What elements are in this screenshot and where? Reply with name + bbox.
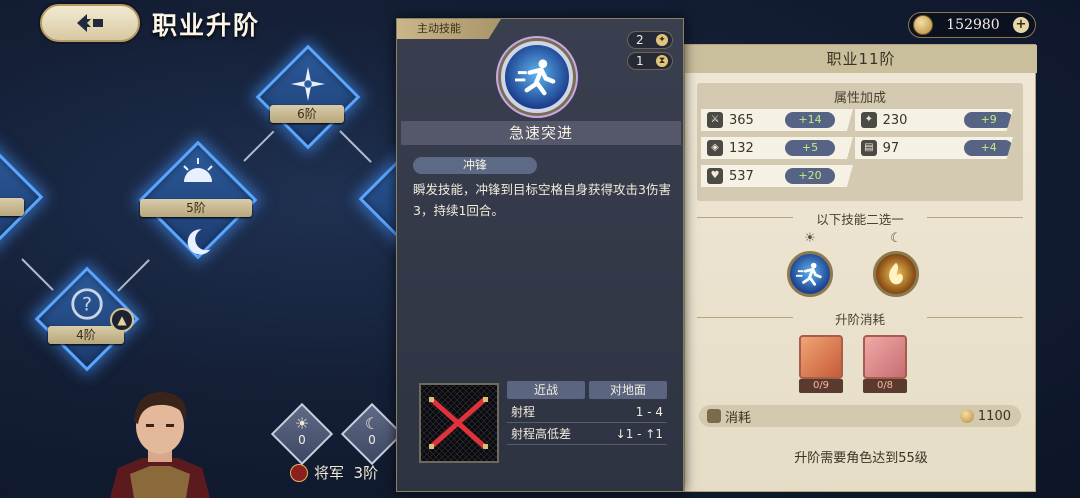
star-icon: ✦ [656,34,668,46]
slot-count-sun: 0 [298,433,306,447]
attr-bonus: +20 [785,168,835,184]
tree-connector [339,130,372,163]
attr-value: 230 [882,112,908,128]
sword-icon: ⚔ [707,112,723,128]
skill-icon [501,41,573,113]
tier-node-partial[interactable] [0,144,44,250]
shield-icon: ◈ [707,140,723,156]
material-count-b: 0/8 [863,379,907,393]
svg-text:?: ? [82,294,92,316]
hero-class-rank: 将军 3阶 [314,464,379,482]
cost-value: 1100 [977,408,1011,424]
material-count-a: 0/9 [799,379,843,393]
slot-sun: ☀ 0 [280,408,324,466]
coin-icon [913,15,933,35]
tier-label-5: 5阶 [140,199,252,217]
material-item-a[interactable] [799,335,843,379]
material-cost-title: 升阶消耗 [697,309,1023,328]
skill-choice-dash[interactable] [787,251,833,297]
height-diff-label: 射程高低差 [511,427,572,441]
skill-cost-value: 2 [636,33,644,47]
hero-class-caption: 将军 3阶 [290,462,378,483]
attr-value: 97 [882,140,900,156]
attr-row-resist: ▤ 97 +4 [855,137,1013,159]
currency-display: 152980 + [908,12,1036,38]
compass-star-icon [288,64,328,104]
skill-cooldown-value: 1 [636,54,644,68]
skill-choice-title: 以下技能二选一 [697,209,1023,228]
coin-icon [959,409,974,423]
range-grid [419,383,499,463]
material-item-b[interactable] [863,335,907,379]
tree-connector [243,130,275,162]
skill-cost-chip: 2 ✦ [627,31,673,49]
attr-bonus: +5 [785,140,835,156]
attr-row-attack: ⚔ 365 +14 [701,109,853,131]
tree-connector [21,258,54,291]
attr-row-magic: ✦ 230 +9 [855,109,1013,131]
skill-cooldown-chip: 1 ⧗ [627,52,673,70]
moon-icon [178,222,218,262]
target-type: 对地面 [589,381,667,399]
heart-icon: ♥ [707,168,723,184]
skill-type-tag: 主动技能 [397,19,501,39]
moon-marker-icon: ☾ [890,231,902,246]
range-value: 1 - 4 [635,405,663,419]
hourglass-icon: ⧗ [656,55,668,67]
class-info-panel: 职业11阶 属性加成 ⚔ 365 +14 ✦ 230 +9 ◈ 132 +5 ▤… [684,44,1037,492]
hero-portrait [100,382,220,498]
range-pattern-icon [421,385,497,461]
sun-icon: ☀ [294,414,310,433]
tier-label-partial [0,198,24,216]
book-icon: ▤ [861,140,877,156]
height-diff-value: ↓1 - ↑1 [615,427,663,441]
skill-description: 瞬发技能，冲锋到目标空格自身获得攻击3伤害3，持续1回合。 [413,182,671,218]
height-diff-row: 射程高低差 ↓1 - ↑1 [507,423,667,445]
moon-small-icon: ☾ [364,414,380,433]
skill-name: 急速突进 [401,121,681,145]
sunrise-marker-icon: ☀ [804,231,816,246]
back-button[interactable] [40,4,140,42]
class-tier-title: 职业11阶 [685,45,1037,73]
attr-value: 537 [729,168,754,184]
gold-cost-bar: 消耗 1100 [699,405,1021,427]
tree-connector [117,259,150,292]
attr-value: 365 [729,112,754,128]
attr-value: 132 [729,140,754,156]
attribute-bonus-box: 属性加成 ⚔ 365 +14 ✦ 230 +9 ◈ 132 +5 ▤ 97 +4… [697,83,1023,201]
attr-bonus: +9 [964,112,1013,128]
rank-emblem-icon [290,463,308,482]
skill-category-pill: 冲锋 [413,157,537,174]
page-title: 职业升阶 [152,11,261,40]
wand-icon: ✦ [861,112,877,128]
cost-label: 消耗 [725,410,752,426]
back-arrow-icon [77,14,103,32]
skill-choice-flame[interactable] [873,251,919,297]
running-figure-icon [796,262,822,286]
chevron-up-icon: ▲ [110,308,134,332]
slot-count-moon: 0 [368,433,376,447]
flame-swirl-icon [889,262,903,285]
skill-detail-popup: 主动技能 2 ✦ 1 ⧗ 急速突进 冲锋 瞬发技能，冲锋到目标空格自身获得攻击3… [396,18,684,492]
question-mark-icon: ? [67,284,107,324]
range-type: 近战 [507,381,585,399]
add-currency-button[interactable]: + [1012,17,1029,33]
attr-row-defense: ◈ 132 +5 [701,137,853,159]
attr-bonus: +14 [785,112,835,128]
sunrise-icon [178,154,218,194]
slot-moon: ☾ 0 [350,408,394,466]
running-figure-icon [515,59,556,96]
level-requirement: 升阶需要角色达到55级 [794,451,928,466]
attr-bonus: +4 [964,140,1013,156]
range-row: 射程 1 - 4 [507,401,667,423]
currency-value: 152980 [946,17,1000,33]
tier-label-4: 4阶 [48,326,124,344]
range-label: 射程 [511,405,536,419]
attr-row-hp: ♥ 537 +20 [701,165,853,187]
tier-label-6: 6阶 [270,105,344,123]
range-table: 近战 对地面 射程 1 - 4 射程高低差 ↓1 - ↑1 [507,381,667,445]
attribute-bonus-title: 属性加成 [833,91,886,106]
money-bag-icon [707,409,721,423]
